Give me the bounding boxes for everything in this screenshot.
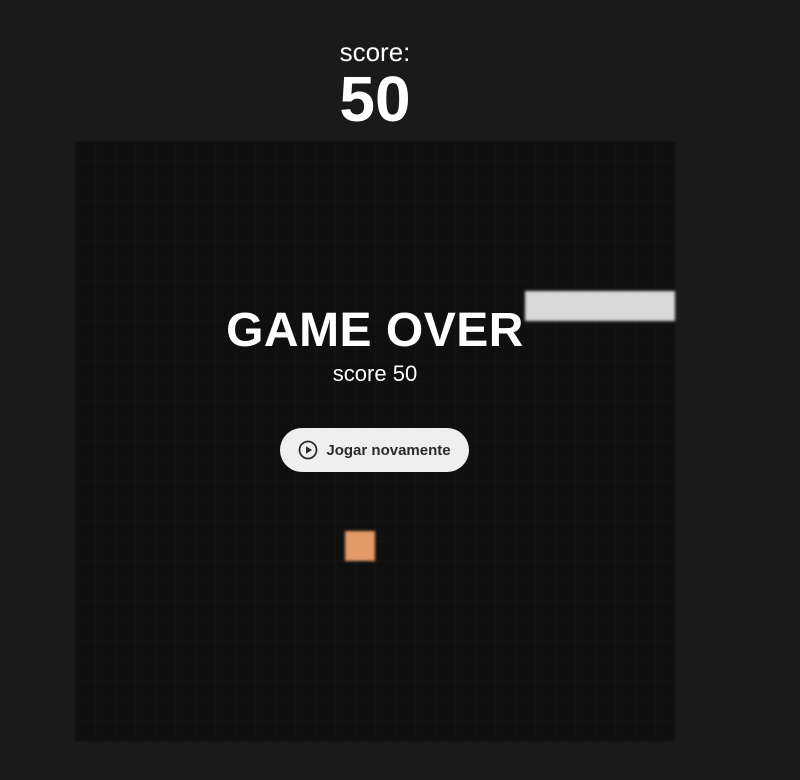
game-over-overlay: GAME OVER score 50 bbox=[0, 303, 750, 387]
score-label: score: bbox=[339, 37, 411, 67]
play-again-label: Jogar novamente bbox=[326, 441, 451, 459]
play-circle-icon bbox=[298, 440, 318, 460]
food-item bbox=[345, 531, 375, 561]
play-again-button[interactable]: Jogar novamente bbox=[280, 428, 469, 472]
score-display: score: 50 bbox=[0, 38, 750, 132]
final-score-text: score 50 bbox=[332, 361, 418, 386]
score-value: 50 bbox=[339, 63, 411, 135]
game-over-title: GAME OVER bbox=[226, 304, 524, 357]
